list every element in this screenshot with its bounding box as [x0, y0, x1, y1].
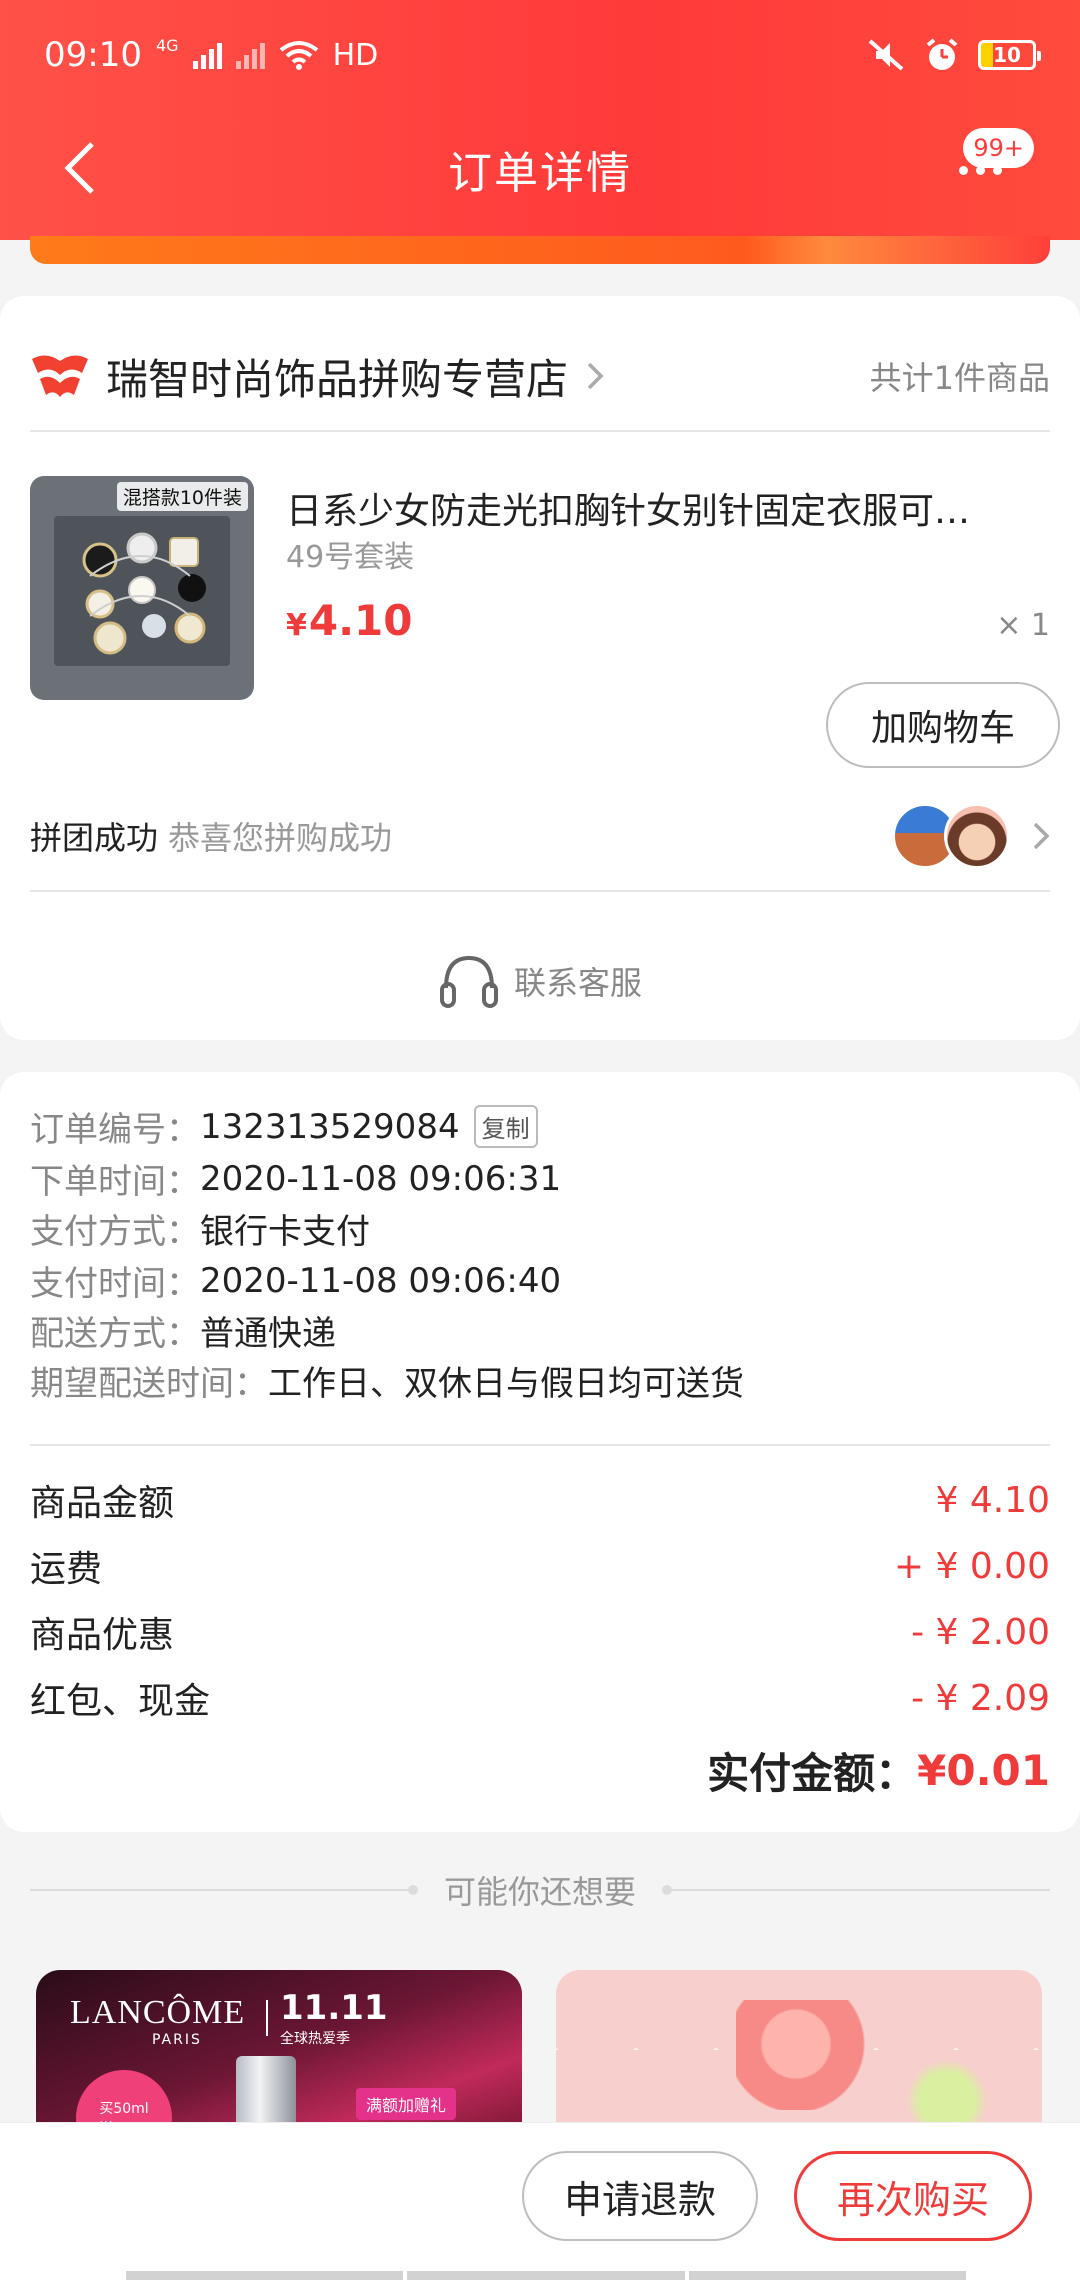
summary-label: 商品优惠 — [30, 1615, 175, 1656]
payment-method-row: 支付方式： 银行卡支付 — [30, 1204, 370, 1253]
home-indicator — [126, 2271, 966, 2280]
product-title[interactable]: 日系少女防走光扣胸针女别针固定衣服可… — [286, 482, 1026, 534]
summary-value: - ¥ 2.09 — [911, 1677, 1050, 1719]
divider — [30, 1885, 418, 1895]
headset-icon — [439, 955, 498, 1008]
summary-label: 运费 — [30, 1549, 103, 1590]
status-time: 09:10 — [44, 35, 142, 75]
avatar — [944, 803, 1010, 869]
page-title: 订单详情 — [448, 148, 632, 199]
brand-city: PARIS — [152, 2032, 202, 2048]
divider — [30, 1444, 1050, 1446]
price-value: 4.10 — [308, 596, 413, 645]
nav-bar: 订单详情 99+ — [0, 110, 1080, 240]
summary-value: + ¥ 0.00 — [893, 1545, 1050, 1587]
store-name: 瑞智时尚饰品拼购专营店 — [106, 354, 569, 404]
group-status: 拼团成功 — [30, 819, 159, 857]
expected-delivery: 工作日、双休日与假日均可送货 — [268, 1364, 744, 1404]
delivery-method-label: 配送方式： — [30, 1314, 200, 1354]
order-info-card: 订单编号： 132313529084 复制 下单时间： 2020-11-08 0… — [0, 1072, 1080, 1832]
payment-time-label: 支付时间： — [30, 1264, 200, 1304]
store-logo-icon — [32, 355, 88, 397]
store-header[interactable]: 瑞智时尚饰品拼购专营店 共计1件商品 — [30, 336, 1050, 416]
product-spec: 49号套装 — [286, 540, 415, 575]
chevron-right-icon — [587, 362, 604, 390]
payment-method: 银行卡支付 — [200, 1212, 370, 1252]
message-badge: 99+ — [963, 128, 1034, 168]
brand-logo-text: LANCÔME — [70, 1994, 246, 2031]
group-avatars — [892, 803, 1010, 869]
product-image[interactable]: 混搭款10件装 — [30, 476, 254, 700]
event-subtitle: 全球热爱季 — [280, 2031, 350, 2047]
status-right: 10 — [866, 37, 1041, 73]
status-bar: 09:10 4G HD 10 — [0, 0, 1080, 110]
order-time: 2020-11-08 09:06:31 — [200, 1158, 562, 1199]
order-time-row: 下单时间： 2020-11-08 09:06:31 — [30, 1154, 561, 1203]
battery-level: 10 — [993, 43, 1021, 67]
delivery-method-row: 配送方式： 普通快递 — [30, 1306, 336, 1355]
battery-icon: 10 — [978, 40, 1041, 70]
add-to-cart-button[interactable]: 加购物车 — [826, 682, 1060, 768]
total-paid-row: 实付金额： ¥0.01 — [707, 1740, 1050, 1801]
summary-row: 红包、现金 - ¥ 2.09 — [30, 1670, 1050, 1726]
order-number-label: 订单编号： — [30, 1110, 200, 1150]
total-paid-value: ¥0.01 — [917, 1746, 1050, 1795]
payment-method-label: 支付方式： — [30, 1212, 200, 1252]
back-button[interactable] — [50, 138, 110, 198]
summary-value: - ¥ 2.00 — [911, 1611, 1050, 1653]
currency-symbol: ¥ — [286, 608, 307, 643]
group-buy-row[interactable]: 拼团成功 恭喜您拼购成功 — [30, 796, 1050, 876]
network-label: 4G — [155, 35, 179, 55]
group-message: 恭喜您拼购成功 — [168, 819, 393, 857]
product-quantity: × 1 — [996, 608, 1050, 643]
signal-icon-2 — [235, 41, 265, 69]
app-header: 09:10 4G HD 10 订单详情 99+ — [0, 0, 1080, 240]
delivery-method: 普通快递 — [200, 1314, 336, 1354]
summary-row: 商品优惠 - ¥ 2.00 — [30, 1604, 1050, 1660]
item-count: 共计1件商品 — [869, 359, 1050, 397]
order-number-row: 订单编号： 132313529084 复制 — [30, 1102, 538, 1151]
buy-again-button[interactable]: 再次购买 — [794, 2151, 1032, 2241]
expected-delivery-label: 期望配送时间： — [30, 1364, 268, 1404]
product-image-banner: 混搭款10件装 — [116, 482, 248, 511]
dot-icon — [958, 165, 968, 175]
total-paid-label: 实付金额： — [707, 1749, 918, 1798]
order-time-label: 下单时间： — [30, 1162, 200, 1202]
alarm-icon — [926, 38, 958, 70]
summary-label: 商品金额 — [30, 1483, 175, 1524]
signal-icon — [192, 41, 222, 69]
recommend-header: 可能你还想要 — [30, 1860, 1051, 1920]
wifi-icon — [279, 41, 318, 70]
summary-label: 红包、现金 — [30, 1681, 211, 1722]
recommend-title: 可能你还想要 — [444, 1873, 637, 1911]
divider — [30, 890, 1050, 892]
progress-banner-strip — [30, 236, 1050, 264]
hd-label: HD — [332, 37, 379, 73]
summary-value: ¥ 4.10 — [935, 1479, 1050, 1521]
contact-service-label: 联系客服 — [513, 964, 642, 1002]
divider — [30, 430, 1050, 432]
order-number: 132313529084 — [200, 1106, 460, 1147]
divider — [266, 2000, 268, 2036]
promo-line: 买50ml — [99, 2101, 149, 2117]
mute-icon — [868, 39, 904, 71]
expected-delivery-row: 期望配送时间： 工作日、双休日与假日均可送货 — [30, 1356, 744, 1405]
back-arrow-icon — [64, 142, 94, 194]
contact-service-button[interactable]: 联系客服 — [0, 922, 1080, 1040]
payment-time: 2020-11-08 09:06:40 — [200, 1260, 562, 1301]
apply-refund-button[interactable]: 申请退款 — [522, 2151, 758, 2241]
store-card: 瑞智时尚饰品拼购专营店 共计1件商品 混搭款10件装 日系少女防走光扣胸针女别针… — [0, 296, 1080, 1040]
event-logo: 11.11 — [280, 1988, 388, 2028]
divider — [662, 1885, 1051, 1895]
status-left: 09:10 4G HD — [44, 35, 378, 75]
product-price: ¥4.10 — [286, 596, 413, 645]
promo-tag: 满额加赠礼 — [356, 2088, 457, 2120]
hair-clip-image — [736, 2000, 886, 2110]
chevron-right-icon — [1033, 822, 1050, 850]
payment-time-row: 支付时间： 2020-11-08 09:06:40 — [30, 1256, 561, 1305]
summary-row: 运费 + ¥ 0.00 — [30, 1538, 1050, 1594]
summary-row: 商品金额 ¥ 4.10 — [30, 1472, 1050, 1528]
copy-button[interactable]: 复制 — [473, 1105, 538, 1148]
bottom-action-bar: 申请退款 再次购买 — [0, 2122, 1080, 2280]
